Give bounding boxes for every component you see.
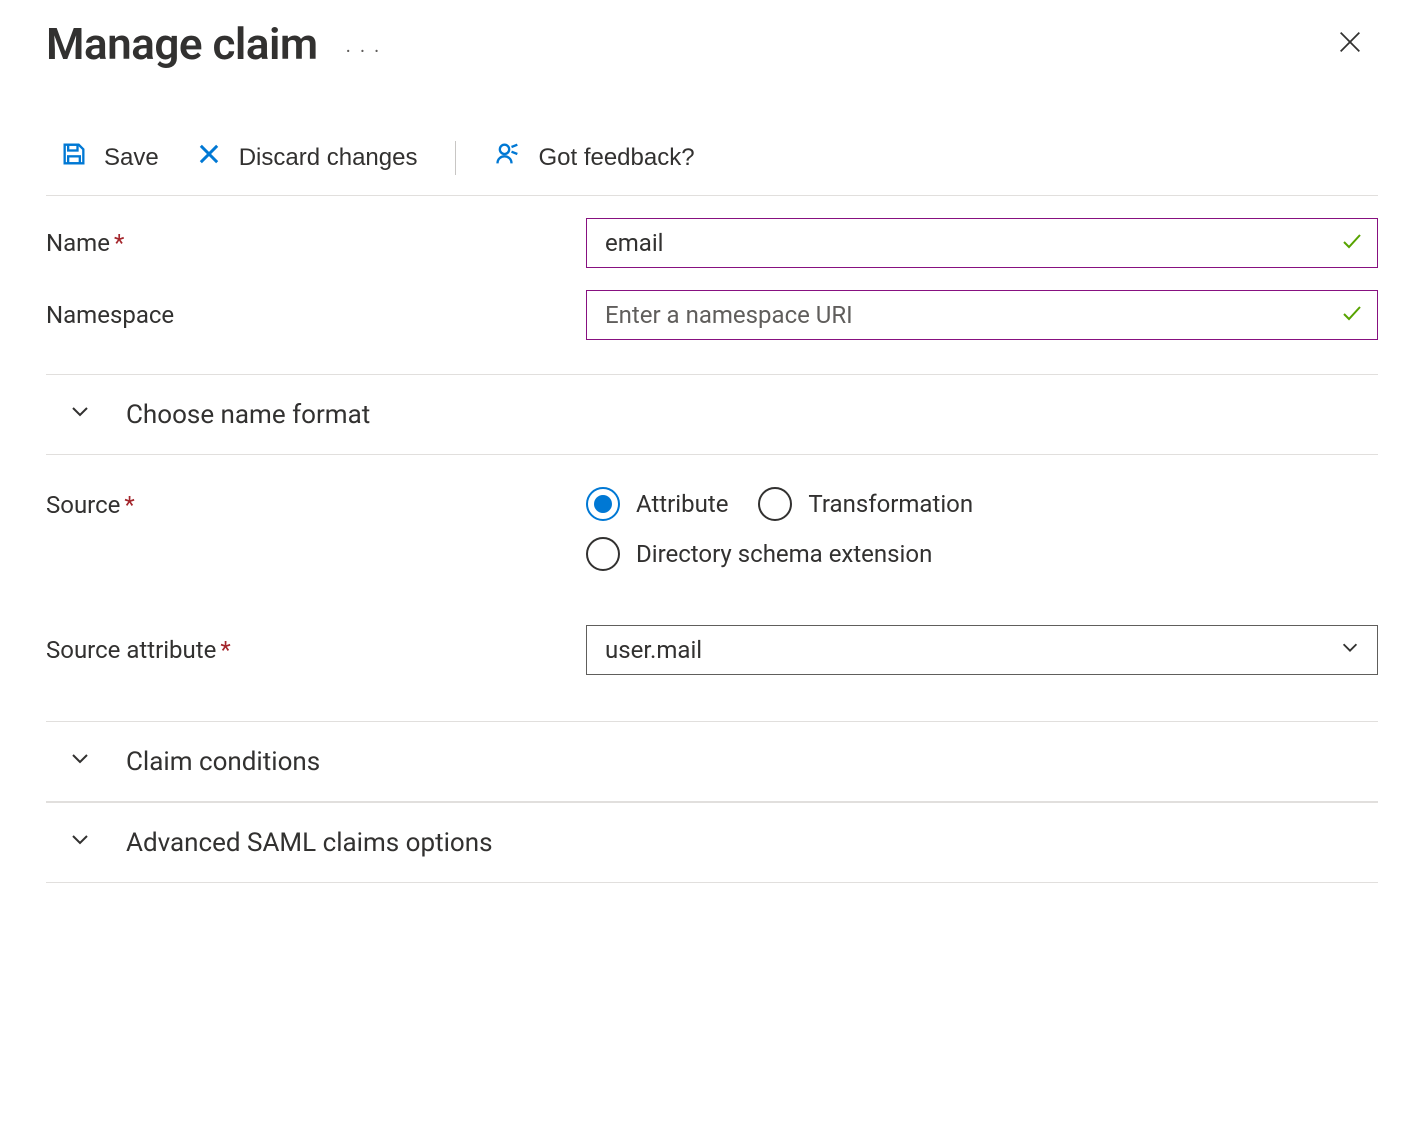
save-icon [60,140,88,175]
radio-transformation-label: Transformation [808,490,973,518]
feedback-button[interactable]: Got feedback? [494,140,694,175]
discard-icon [195,140,223,175]
expander-claim-conditions-label: Claim conditions [126,747,320,777]
expander-advanced-saml-label: Advanced SAML claims options [126,828,493,858]
namespace-row: Namespace [46,290,1378,362]
source-attribute-value: user.mail [605,636,702,664]
chevron-down-icon [68,827,92,858]
expander-claim-conditions[interactable]: Claim conditions [46,721,1378,802]
save-label: Save [104,144,159,172]
radio-attribute-label: Attribute [636,490,728,518]
name-label: Name* [46,229,586,257]
name-input[interactable] [586,218,1378,268]
discard-button[interactable]: Discard changes [195,140,418,175]
radio-transformation[interactable]: Transformation [758,487,973,521]
feedback-label: Got feedback? [538,144,694,172]
source-row: Source* Attribute Transformation [46,455,1378,603]
radio-directory-ext[interactable]: Directory schema extension [586,537,932,571]
toolbar-separator [455,141,456,175]
namespace-label: Namespace [46,301,586,329]
source-attribute-label: Source attribute* [46,636,586,664]
source-label-text: Source [46,491,120,519]
radio-icon [586,537,620,571]
radio-attribute[interactable]: Attribute [586,487,728,521]
source-radio-group: Attribute Transformation Directory schem… [586,487,1378,571]
save-button[interactable]: Save [60,140,159,175]
header-left: Manage claim · · · [46,18,381,70]
name-row: Name* [46,196,1378,290]
feedback-icon [494,140,522,175]
discard-label: Discard changes [239,144,418,172]
required-star: * [124,491,134,519]
namespace-label-text: Namespace [46,301,174,329]
toolbar: Save Discard changes Got feedback? [46,140,1378,196]
source-attribute-label-text: Source attribute [46,636,216,664]
source-attribute-select[interactable]: user.mail [586,625,1378,675]
radio-icon-selected [586,487,620,521]
close-button[interactable] [1332,24,1368,64]
chevron-down-icon [1339,636,1361,664]
source-label: Source* [46,487,586,519]
radio-directory-ext-label: Directory schema extension [636,540,932,568]
required-star: * [220,636,230,664]
chevron-down-icon [68,399,92,430]
required-star: * [114,229,124,257]
more-icon[interactable]: · · · [346,25,382,63]
name-label-text: Name [46,229,110,257]
namespace-input[interactable] [586,290,1378,340]
expander-name-format-label: Choose name format [126,400,370,430]
chevron-down-icon [68,746,92,777]
radio-icon [758,487,792,521]
page-title: Manage claim [46,18,318,70]
close-icon [1336,41,1364,60]
expander-name-format[interactable]: Choose name format [46,375,1378,455]
header: Manage claim · · · [46,18,1378,70]
expander-advanced-saml[interactable]: Advanced SAML claims options [46,802,1378,883]
source-attribute-row: Source attribute* user.mail [46,603,1378,697]
